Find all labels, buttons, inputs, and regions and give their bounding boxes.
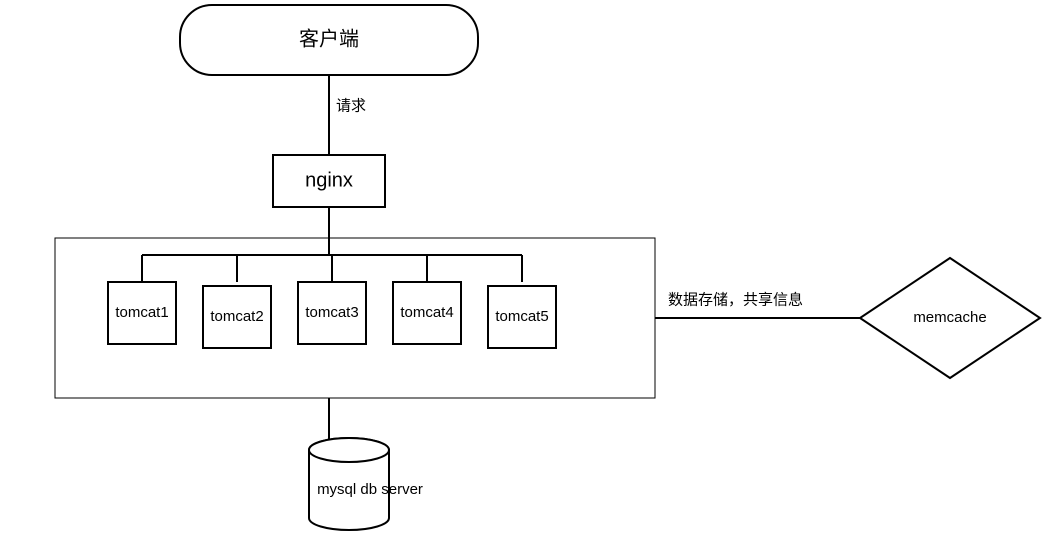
edge-request-label: 请求	[336, 97, 366, 114]
tomcat4-label: tomcat4	[400, 304, 453, 321]
client-label: 客户端	[299, 27, 359, 50]
tomcat2-label: tomcat2	[210, 308, 263, 325]
tomcat1-label: tomcat1	[115, 304, 168, 321]
tomcat3-label: tomcat3	[305, 304, 358, 321]
tomcat5-label: tomcat5	[495, 308, 548, 325]
edge-storage-label: 数据存储，共享信息	[668, 291, 803, 308]
nginx-label: nginx	[305, 169, 353, 191]
db-label: mysql db server	[317, 481, 423, 498]
architecture-diagram: 客户端 请求 nginx tomcat1 tomcat2 tomcat3 tom…	[0, 0, 1045, 537]
memcache-label: memcache	[913, 309, 986, 326]
